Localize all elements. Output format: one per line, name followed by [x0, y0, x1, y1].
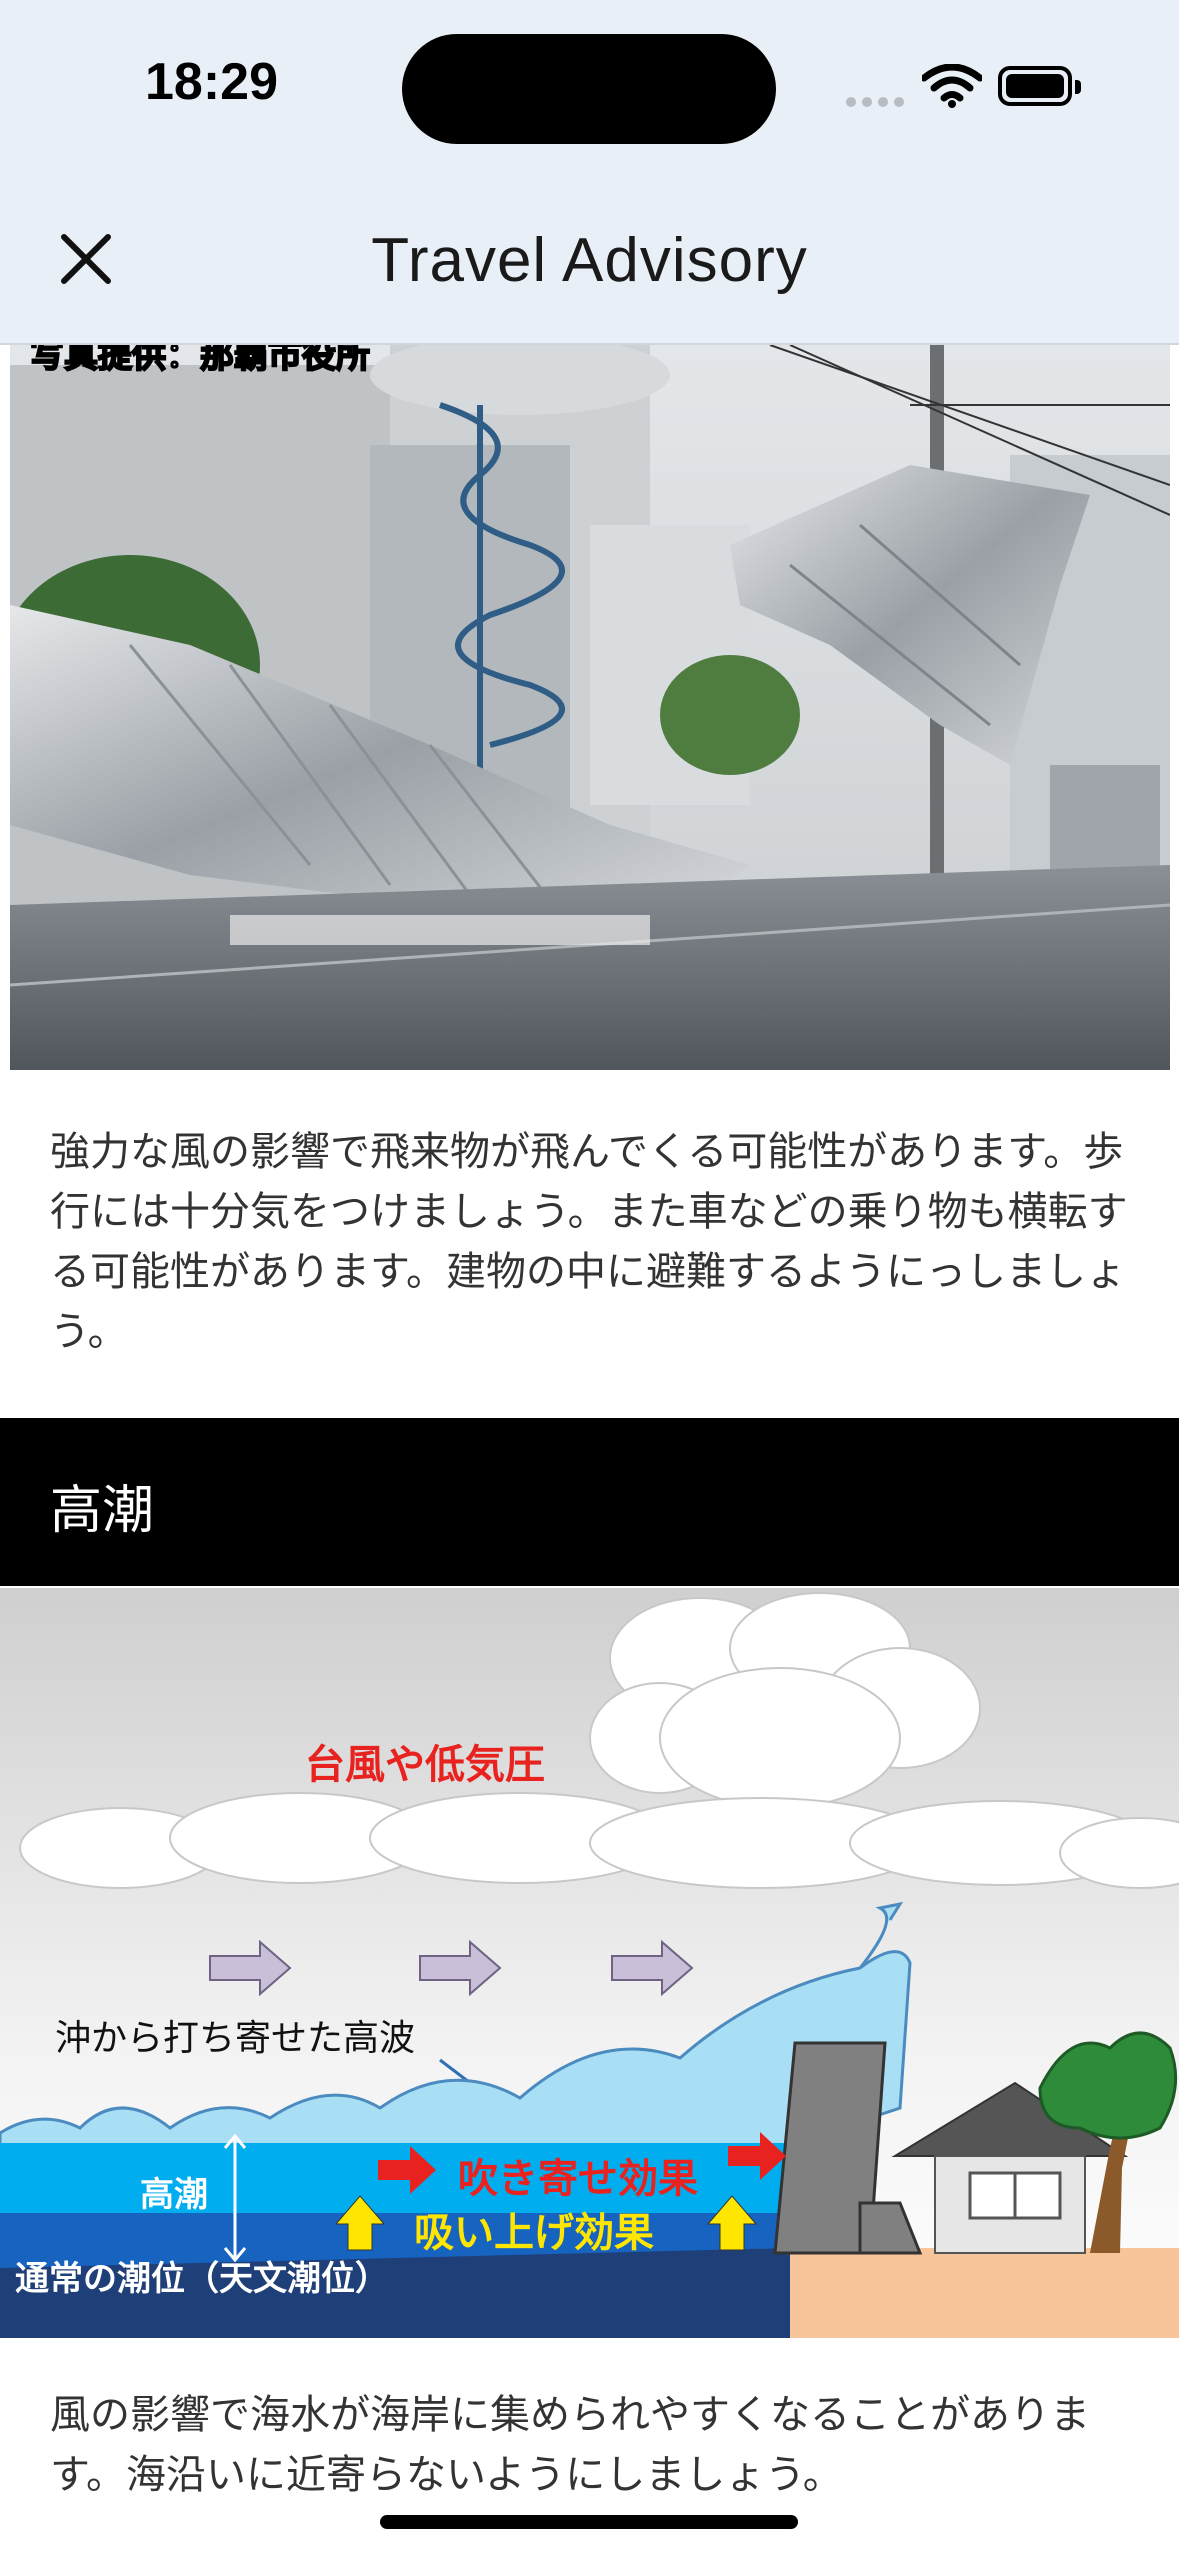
normal-tide-label: 通常の潮位（天文潮位）: [15, 2259, 389, 2299]
surge-caption: 風の影響で海水が海岸に集められやすくなることがあります。海沿いに近寄らないように…: [50, 2392, 1090, 2498]
cloud-label: 台風や低気圧: [305, 1742, 545, 1788]
photo-credit: 写真提供：那覇市役所: [30, 345, 370, 376]
wind-caption: 強力な風の影響で飛来物が飛んでくる可能性があります。歩行には十分気をつけましょう…: [50, 1129, 1128, 1355]
battery-icon: [998, 66, 1072, 106]
storm-surge-diagram: 台風や低気圧 沖から打ち寄せた高波 高潮 吹き寄せ効果 吸い上げ効果 通常の潮位…: [0, 1588, 1179, 2338]
storm-damage-photo: 写真提供：那覇市役所: [10, 345, 1170, 1070]
blowin-label: 吹き寄せ効果: [458, 2156, 698, 2202]
battery-cap: [1075, 80, 1081, 94]
wave-label: 沖から打ち寄せた高波: [55, 2018, 415, 2059]
wifi-icon: [920, 63, 984, 112]
cellular-signal-icon: [846, 92, 910, 111]
dynamic-island: [402, 34, 776, 144]
status-bar: 18:29: [0, 0, 1179, 175]
section-header-storm-surge: 高潮: [0, 1418, 1179, 1586]
tide-label: 高潮: [140, 2175, 208, 2215]
section-title: 高潮: [50, 1481, 155, 1541]
suction-label: 吸い上げ効果: [414, 2210, 654, 2256]
status-time: 18:29: [145, 53, 278, 111]
nav-bar: Travel Advisory: [0, 175, 1179, 345]
home-indicator[interactable]: [380, 2515, 798, 2529]
page-title: Travel Advisory: [371, 226, 808, 295]
